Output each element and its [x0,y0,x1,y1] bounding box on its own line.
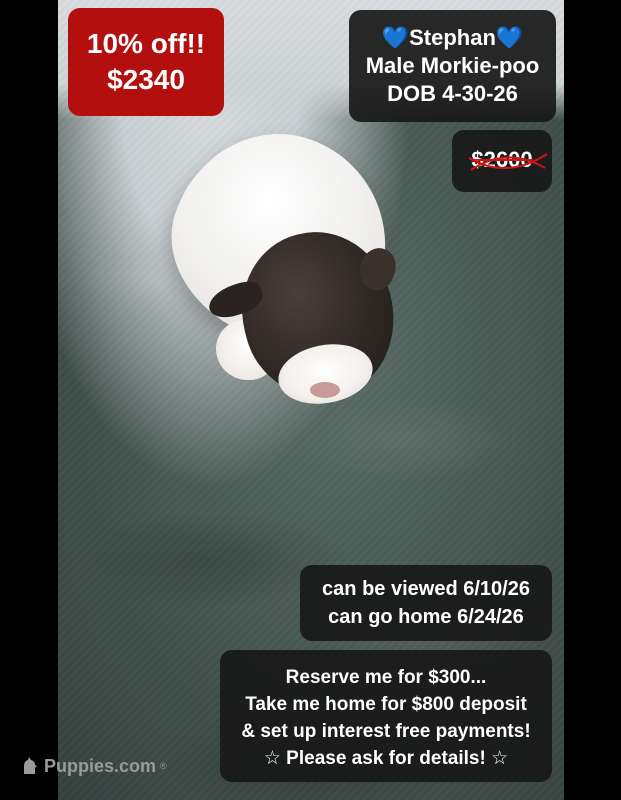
puppy-name-line: 💙Stephan💙 [349,24,556,52]
payments-line: & set up interest free payments! [241,721,531,742]
blue-heart-icon: 💙 [381,25,410,50]
reserve-line: Reserve me for $300... [285,667,487,688]
puppy-dob: DOB 4-30-26 [387,81,518,106]
watermark-text: Puppies.com [44,755,157,776]
puppy-breed: Male Morkie-poo [365,53,540,78]
blue-heart-icon: 💙 [495,25,524,50]
view-date: can be viewed 6/10/26 [322,578,530,600]
discount-badge: 10% off!! $2340 [68,8,224,116]
puppies-watermark: Puppies.com ® [20,752,167,780]
puppy-nose [310,382,340,398]
original-price-badge: $2600 [452,130,552,192]
discount-percent: 10% off!! [86,28,206,59]
listing-image: 10% off!! $2340 💙Stephan💙 Male Morkie-po… [0,0,621,800]
registered-mark: ® [160,761,167,771]
go-home-date: can go home 6/24/26 [328,606,524,628]
discount-price: $2340 [107,64,185,95]
deposit-line: Take me home for $800 deposit [245,694,527,715]
availability-badge: can be viewed 6/10/26 can go home 6/24/2… [300,565,552,641]
original-price: $2600 [471,147,533,172]
dog-silhouette-icon [24,757,37,774]
reservation-badge: Reserve me for $300... Take me home for … [220,650,552,782]
details-line: ☆ Please ask for details! ☆ [263,748,509,769]
puppy-name: Stephan [409,25,496,50]
puppy-info-badge: 💙Stephan💙 Male Morkie-poo DOB 4-30-26 [349,10,556,122]
